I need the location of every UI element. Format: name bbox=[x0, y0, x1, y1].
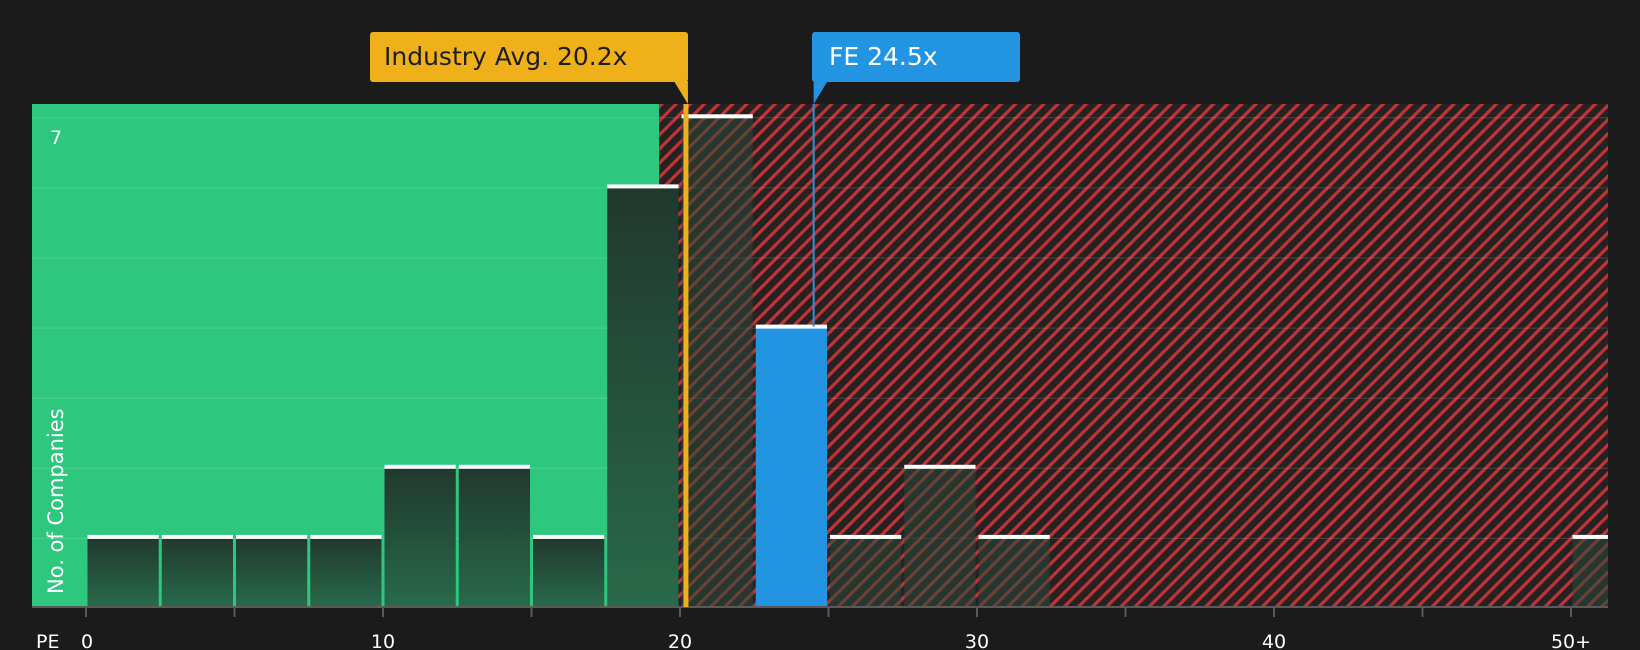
bar-top-cap bbox=[87, 534, 159, 539]
company-pe-pointer bbox=[813, 81, 828, 104]
bar-top-cap bbox=[161, 534, 233, 539]
pe-distribution-chart: 0 10 20 30 40 50+ Industry Avg. 20.2x FE 24.5x… bbox=[32, 32, 1608, 650]
bar-top-cap bbox=[1572, 534, 1608, 539]
y-tick-label: 7 bbox=[50, 127, 62, 149]
x-tick-label: 40 bbox=[1262, 631, 1286, 650]
bar-top-cap bbox=[755, 324, 827, 329]
industry-avg-line bbox=[683, 104, 689, 607]
x-tick-label: 20 bbox=[668, 631, 692, 650]
bar-top-cap bbox=[533, 534, 605, 539]
histogram-bar bbox=[1572, 536, 1608, 607]
histogram-bar bbox=[607, 186, 679, 607]
x-tick-label: 10 bbox=[371, 631, 395, 650]
x-axis-label: PE bbox=[36, 631, 59, 650]
histogram-bar bbox=[310, 536, 382, 607]
histogram-bar bbox=[87, 536, 159, 607]
histogram-bar bbox=[458, 466, 530, 607]
industry-avg-label: Industry Avg. 20.2x bbox=[384, 42, 627, 71]
y-axis-label: No. of Companies bbox=[44, 408, 68, 594]
histogram-bar bbox=[830, 536, 902, 607]
histogram-bar bbox=[904, 466, 976, 607]
histogram-bar bbox=[533, 536, 605, 607]
histogram-bar bbox=[755, 326, 827, 607]
histogram-bar bbox=[161, 536, 233, 607]
x-tick-label: 0 bbox=[81, 631, 93, 650]
bar-top-cap bbox=[904, 464, 976, 469]
x-tick-label: 50+ bbox=[1551, 631, 1591, 650]
histogram-bar bbox=[681, 116, 753, 608]
bar-top-cap bbox=[236, 534, 308, 539]
fair-value-zone bbox=[32, 104, 660, 607]
bar-top-cap bbox=[607, 184, 679, 189]
histogram-bar bbox=[978, 536, 1050, 607]
bar-top-cap bbox=[830, 534, 902, 539]
industry-avg-pointer bbox=[673, 81, 688, 104]
bar-top-cap bbox=[681, 114, 753, 119]
bar-top-cap bbox=[458, 464, 530, 469]
bar-top-cap bbox=[978, 534, 1050, 539]
x-tick-label: 30 bbox=[965, 631, 989, 650]
histogram-bar bbox=[236, 536, 308, 607]
bar-top-cap bbox=[310, 534, 382, 539]
company-pe-label: FE 24.5x bbox=[829, 42, 938, 71]
histogram-bar bbox=[384, 466, 456, 607]
bar-top-cap bbox=[384, 464, 456, 469]
